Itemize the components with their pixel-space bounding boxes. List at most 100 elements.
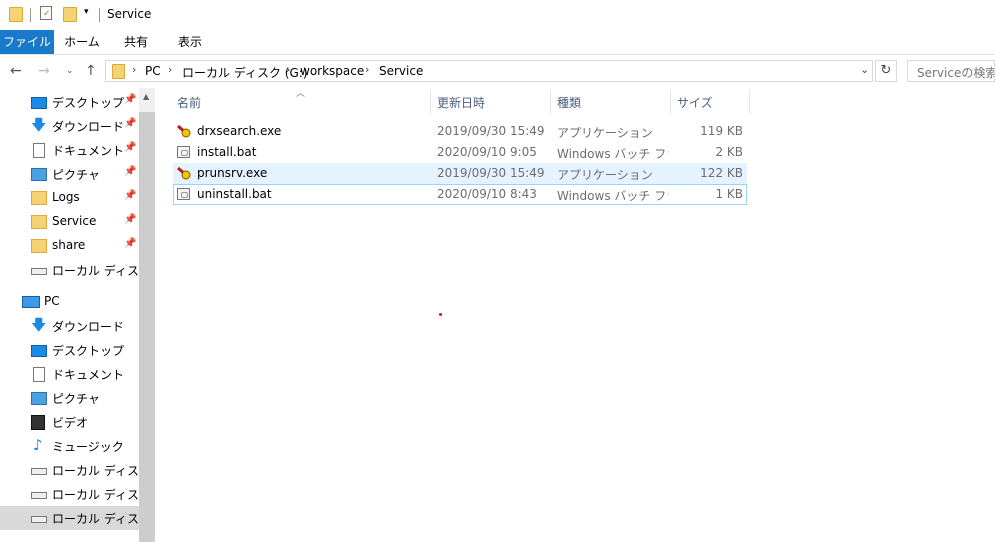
column-divider[interactable] <box>749 90 750 114</box>
file-type: アプリケーション <box>557 168 653 182</box>
column-divider[interactable] <box>430 90 431 114</box>
breadcrumb-separator-icon[interactable]: › <box>286 63 290 76</box>
file-size: 119 KB <box>700 124 743 138</box>
sidebar-item-label: ダウンロード <box>52 320 125 334</box>
file-date: 2019/09/30 15:49 <box>437 124 545 138</box>
file-name: uninstall.bat <box>197 187 272 201</box>
breadcrumb-separator-icon[interactable]: › <box>168 63 172 76</box>
tab-home[interactable]: ホーム <box>60 30 104 54</box>
drive-icon <box>31 492 47 499</box>
breadcrumb-workspace[interactable]: workspace <box>300 64 364 78</box>
new-folder-icon[interactable] <box>63 7 77 22</box>
sidebar-item-share[interactable]: share 📌 <box>0 234 139 258</box>
file-size: 2 KB <box>715 145 743 159</box>
pin-icon: 📌 <box>124 214 137 225</box>
desktop-icon <box>31 97 47 109</box>
file-row[interactable]: install.bat 2020/09/10 9:05 Windows バッチ … <box>173 142 747 163</box>
music-icon: ♪ <box>33 436 43 454</box>
file-type: Windows バッチ ファ... <box>557 189 669 203</box>
column-header-name[interactable]: 名前 <box>177 94 201 111</box>
sidebar-item-label: Service <box>52 214 97 228</box>
sidebar-item-logs[interactable]: Logs 📌 <box>0 186 139 210</box>
properties-icon[interactable]: ✓ <box>40 6 52 20</box>
recent-locations-chevron-icon[interactable]: ⌄ <box>66 66 74 76</box>
file-size: 122 KB <box>700 166 743 180</box>
file-type: Windows バッチ ファ... <box>557 147 669 161</box>
sidebar-item-label: ミュージック <box>52 440 124 454</box>
sidebar-item-label: デスクトップ <box>52 96 125 110</box>
sidebar-item-pictures[interactable]: ピクチャ 📌 <box>0 162 139 186</box>
file-size: 1 KB <box>715 187 743 201</box>
navigation-pane: デスクトップ 📌 🡇 ダウンロード 📌 ドキュメント 📌 ピクチャ 📌 Logs… <box>0 88 155 542</box>
pin-icon: 📌 <box>124 238 137 249</box>
pin-icon: 📌 <box>124 166 137 177</box>
sidebar-item-pc-desktop[interactable]: デスクトップ <box>0 338 139 362</box>
file-date: 2019/09/30 15:49 <box>437 166 545 180</box>
pin-icon: 📌 <box>124 190 137 201</box>
sidebar-item-pc-drive-f[interactable]: ローカル ディスク (F: <box>0 482 139 506</box>
column-divider[interactable] <box>670 90 671 114</box>
address-bar[interactable]: › PC › ローカル ディスク (G:) › workspace › Serv… <box>105 60 873 82</box>
sidebar-item-label: ローカル ディスク (G <box>52 512 139 526</box>
refresh-button[interactable]: ↻ <box>875 60 897 82</box>
tab-share[interactable]: 共有 <box>114 30 158 54</box>
file-name: drxsearch.exe <box>197 124 282 138</box>
window-title: Service <box>107 7 152 21</box>
pc-icon <box>22 296 40 308</box>
bat-icon <box>177 146 190 158</box>
sidebar-item-drive-g[interactable]: ローカル ディスク (G <box>0 506 139 530</box>
sidebar-item-label: ピクチャ <box>52 392 100 406</box>
sidebar-item-drive-c[interactable]: ローカル ディスク (C <box>0 458 139 482</box>
column-header-date[interactable]: 更新日時 <box>437 94 485 111</box>
file-row[interactable]: drxsearch.exe 2019/09/30 15:49 アプリケーション … <box>173 121 747 142</box>
column-header-size[interactable]: サイズ <box>677 94 713 111</box>
back-arrow-icon[interactable]: ← <box>10 63 22 79</box>
search-input[interactable]: Serviceの検索 <box>907 60 995 82</box>
customize-toolbar-icon[interactable]: ▾ <box>84 7 89 17</box>
breadcrumb-pc[interactable]: PC <box>145 64 161 78</box>
sidebar-item-pc-downloads[interactable]: 🡇 ダウンロード <box>0 314 139 338</box>
up-arrow-icon[interactable]: ↑ <box>85 63 97 79</box>
folder-icon <box>31 215 47 229</box>
sidebar-item-label: ダウンロード <box>52 120 125 134</box>
tab-file[interactable]: ファイル <box>0 30 54 54</box>
sidebar-item-label: デスクトップ <box>52 344 125 358</box>
sidebar-item-service[interactable]: Service 📌 <box>0 210 139 234</box>
sort-ascending-icon: ︿ <box>296 89 306 99</box>
pictures-icon <box>31 392 47 405</box>
download-icon: 🡇 <box>31 316 47 334</box>
sidebar-item-label: ドキュメント <box>52 368 125 382</box>
breadcrumb-service[interactable]: Service <box>379 64 423 78</box>
forward-arrow-icon[interactable]: → <box>38 63 50 79</box>
sidebar-item-desktop[interactable]: デスクトップ 📌 <box>0 90 139 114</box>
sidebar-item-downloads[interactable]: 🡇 ダウンロード 📌 <box>0 114 139 138</box>
divider <box>30 8 31 22</box>
sidebar-item-drive-f[interactable]: ローカル ディスク (F: <box>0 258 139 282</box>
sidebar-scrollbar-thumb[interactable] <box>139 112 155 542</box>
sidebar-item-pc-music[interactable]: ♪ ミュージック <box>0 434 139 458</box>
exe-icon <box>177 166 191 180</box>
sidebar-item-label: ローカル ディスク (C <box>52 464 139 478</box>
sidebar-item-documents[interactable]: ドキュメント 📌 <box>0 138 139 162</box>
breadcrumb-separator-icon[interactable]: › <box>365 63 369 76</box>
sidebar-item-pc-videos[interactable]: ビデオ <box>0 410 139 434</box>
sidebar-item-label: share <box>52 238 86 252</box>
sidebar-item-label: PC <box>44 294 60 308</box>
sidebar-item-pc-pictures[interactable]: ピクチャ <box>0 386 139 410</box>
file-row[interactable]: uninstall.bat 2020/09/10 8:43 Windows バッ… <box>173 184 747 205</box>
file-name: install.bat <box>197 145 257 159</box>
sidebar-item-label: ピクチャ <box>52 168 100 182</box>
folder-icon <box>31 239 47 253</box>
column-divider[interactable] <box>550 90 551 114</box>
sidebar-item-label: Logs <box>52 190 80 204</box>
folder-icon <box>112 64 125 79</box>
file-row[interactable]: prunsrv.exe 2019/09/30 15:49 アプリケーション 12… <box>173 163 747 184</box>
drive-icon <box>31 516 47 523</box>
sidebar-item-pc-documents[interactable]: ドキュメント <box>0 362 139 386</box>
address-dropdown-chevron-icon[interactable]: ⌄ <box>860 63 869 76</box>
column-header-type[interactable]: 種類 <box>557 94 581 111</box>
tab-view[interactable]: 表示 <box>168 30 212 54</box>
sidebar-item-pc[interactable]: PC <box>0 290 139 314</box>
scroll-up-icon[interactable]: ▲ <box>143 92 149 101</box>
pictures-icon <box>31 168 47 181</box>
